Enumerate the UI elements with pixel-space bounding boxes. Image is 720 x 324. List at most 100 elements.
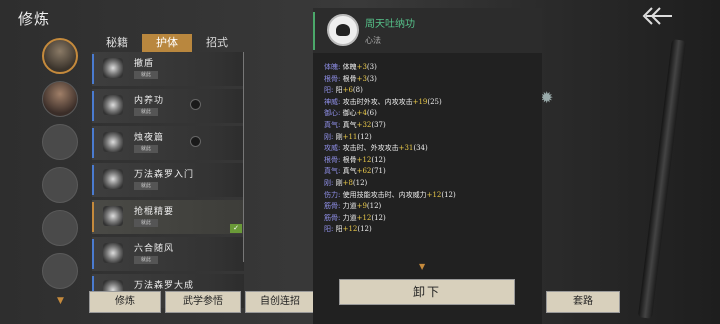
- stat-row: 刚: 刚+8(12): [324, 178, 539, 190]
- stat-row: 刚: 刚+11(12): [324, 132, 539, 144]
- skill-title: 周天吐纳功: [365, 19, 415, 30]
- skill-tag: 就此: [134, 256, 158, 264]
- skill-item[interactable]: 烛夜篇 就此: [92, 126, 244, 160]
- scroll-down-icon[interactable]: ▼: [57, 296, 64, 306]
- stat-label: 阳:: [324, 225, 334, 234]
- skill-name: 万法森罗入门: [134, 170, 195, 180]
- practice-button[interactable]: 修炼: [89, 291, 161, 313]
- stat-text: 攻击时外攻、内攻攻击: [342, 97, 413, 106]
- stat-total: (12): [357, 225, 372, 234]
- stat-text: 真气: [342, 167, 357, 176]
- skill-list: 撤盾 就此 内养功 就此 烛夜篇 就此 万法森罗入门 就此 抢棍精要 就此 ✓ …: [92, 52, 244, 311]
- stat-row: 真气: 真气+62(71): [324, 166, 539, 178]
- skill-tag: 就此: [134, 108, 158, 116]
- skill-detail-panel: 周天吐纳功 心法 体魄: 体魄+3(3) 根骨: 根骨+3(3) 阳: 阳+6(8)…: [313, 8, 542, 324]
- stat-total: (12): [366, 202, 382, 211]
- character-avatar[interactable]: [42, 81, 78, 117]
- stat-list: 体魄: 体魄+3(3) 根骨: 根骨+3(3) 阳: 阳+6(8) 神威: 攻击时外攻…: [324, 62, 539, 236]
- stat-label: 神威:: [324, 97, 341, 106]
- stat-total: (6): [366, 109, 377, 118]
- skill-icon: [103, 243, 123, 263]
- stat-text: 真气: [342, 120, 357, 129]
- stat-label: 真气:: [324, 120, 341, 129]
- stat-label: 阳:: [324, 86, 334, 95]
- martial-insight-button[interactable]: 武学参悟: [165, 291, 241, 313]
- skill-tag: 就此: [134, 219, 158, 227]
- stat-row: 御心: 御心+4(6): [324, 108, 539, 120]
- routine-button[interactable]: 套路: [546, 291, 620, 313]
- skill-icon: [103, 95, 123, 115]
- item-marker: [92, 202, 94, 232]
- stat-label: 伤力:: [324, 190, 341, 199]
- custom-combo-button[interactable]: 自创连招: [245, 291, 315, 313]
- skill-item[interactable]: 撤盾 就此: [92, 52, 244, 86]
- stat-row: 根骨: 根骨+3(3): [324, 74, 539, 86]
- skill-name: 抢棍精要: [134, 207, 175, 217]
- stat-increase: +3: [356, 74, 367, 83]
- item-marker: [92, 91, 94, 121]
- stat-row: 真气: 真气+32(37): [324, 120, 539, 132]
- skill-item-selected[interactable]: 抢棍精要 就此 ✓: [92, 200, 244, 234]
- stat-label: 攻威:: [324, 144, 341, 153]
- stat-text: 根骨: [342, 155, 357, 164]
- stat-increase: +12: [426, 190, 442, 199]
- tab-secret-books[interactable]: 秘籍: [92, 34, 142, 52]
- stat-increase: +12: [356, 155, 372, 164]
- stat-increase: +12: [342, 225, 358, 234]
- skill-item[interactable]: 万法森罗入门 就此: [92, 163, 244, 197]
- stat-increase: +12: [356, 213, 372, 222]
- stat-label: 根骨:: [324, 155, 341, 164]
- skill-tabs: 秘籍 护体 招式: [92, 34, 242, 52]
- skill-icon: [103, 132, 123, 152]
- skill-tag: 就此: [134, 182, 158, 190]
- empty-avatar-slot[interactable]: [42, 124, 78, 160]
- stat-row: 筋骨: 力道+9(12): [324, 201, 539, 213]
- skill-item[interactable]: 内养功 就此: [92, 89, 244, 123]
- empty-avatar-slot[interactable]: [42, 210, 78, 246]
- stat-increase: +19: [412, 97, 428, 106]
- back-arrow-icon[interactable]: [640, 5, 674, 27]
- stat-total: (12): [352, 178, 368, 187]
- skill-name: 万法森罗大成: [134, 281, 195, 291]
- skill-icon: [103, 58, 123, 78]
- stat-increase: +3: [356, 63, 367, 71]
- item-marker: [92, 165, 94, 195]
- character-avatar[interactable]: [42, 38, 78, 74]
- stat-label: 真气:: [324, 167, 341, 176]
- stat-label: 御心:: [324, 109, 341, 118]
- stat-text: 力道: [342, 202, 357, 211]
- empty-avatar-slot[interactable]: [42, 253, 78, 289]
- skill-icon: [103, 206, 123, 226]
- skill-emblem-icon: [327, 14, 359, 46]
- stat-total: (12): [371, 155, 386, 164]
- stat-text: 攻击时、外攻攻击: [342, 144, 399, 153]
- slot-dot-icon: [190, 136, 201, 147]
- stat-increase: +8: [342, 178, 353, 187]
- stat-increase: +4: [356, 109, 367, 118]
- stat-increase: +9: [356, 202, 367, 211]
- stat-row: 攻威: 攻击时、外攻攻击+31(34): [324, 143, 539, 155]
- stat-text: 根骨: [342, 74, 357, 83]
- stat-increase: +32: [356, 120, 372, 129]
- scroll-down-icon[interactable]: ▼: [419, 262, 425, 271]
- stat-text: 阳: [335, 225, 343, 234]
- tab-moves[interactable]: 招式: [192, 34, 242, 52]
- empty-avatar-slot[interactable]: [42, 167, 78, 203]
- page-title: 修炼: [18, 10, 51, 28]
- skill-name: 撤盾: [134, 59, 155, 69]
- gear-icon: ✹: [540, 88, 554, 107]
- skill-name: 内养功: [134, 96, 165, 106]
- stat-increase: +6: [342, 86, 353, 95]
- stat-row: 神威: 攻击时外攻、内攻攻击+19(25): [324, 97, 539, 109]
- unequip-button[interactable]: 卸下: [339, 279, 515, 305]
- stat-total: (8): [352, 86, 363, 95]
- stat-label: 筋骨:: [324, 202, 341, 211]
- stat-total: (25): [427, 97, 442, 106]
- stat-total: (34): [413, 144, 428, 153]
- stat-text: 御心: [342, 109, 357, 118]
- item-marker: [92, 128, 94, 158]
- skill-item[interactable]: 六合随风 就此: [92, 237, 244, 271]
- tab-protection[interactable]: 护体: [142, 34, 192, 52]
- stat-total: (12): [371, 213, 386, 222]
- checkmark-icon: ✓: [230, 224, 242, 233]
